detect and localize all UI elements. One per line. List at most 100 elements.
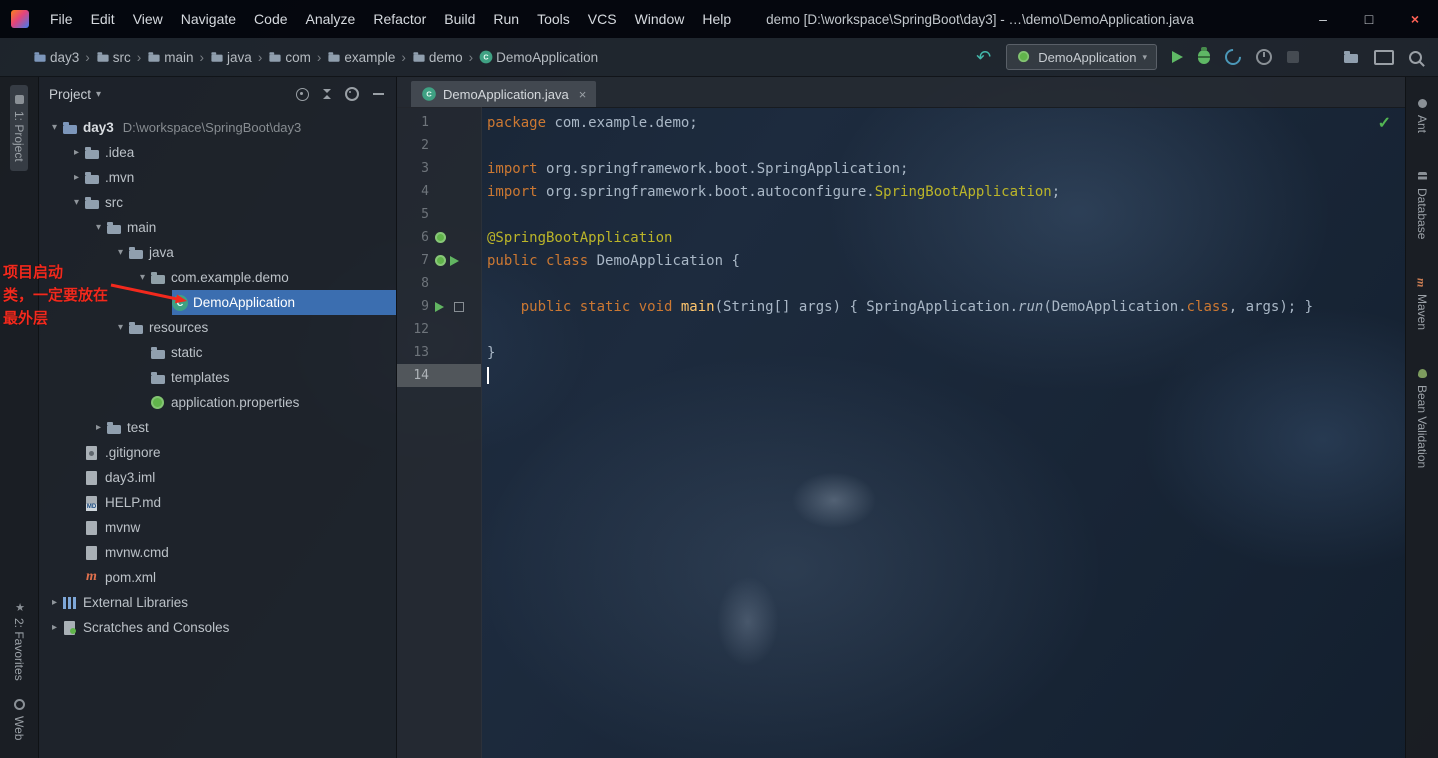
tree-item-gitignore[interactable]: .gitignore bbox=[39, 440, 396, 465]
chevron-down-icon[interactable]: ▾ bbox=[113, 247, 128, 258]
tree-item-pom-xml[interactable]: pom.xml bbox=[39, 565, 396, 590]
chevron-down-icon[interactable]: ▾ bbox=[113, 322, 128, 333]
breadcrumb-demo[interactable]: demo bbox=[409, 47, 466, 67]
code-line[interactable]: 13} bbox=[397, 341, 1405, 364]
code-text[interactable]: package com.example.demo; bbox=[481, 115, 698, 131]
menu-refactor[interactable]: Refactor bbox=[364, 11, 435, 27]
chevron-down-icon[interactable]: ▾ bbox=[47, 122, 62, 133]
spring-gutter-icon[interactable] bbox=[435, 255, 446, 266]
gutter[interactable]: 4 bbox=[397, 180, 481, 203]
tree-item-java[interactable]: ▾ java bbox=[39, 240, 396, 265]
chevron-right-icon[interactable]: ▸ bbox=[69, 147, 84, 158]
chevron-down-icon[interactable]: ▾ bbox=[96, 89, 101, 100]
gutter[interactable]: 9 bbox=[397, 295, 481, 318]
tool-button-database[interactable]: Database bbox=[1413, 162, 1431, 248]
code-line[interactable]: 2 bbox=[397, 134, 1405, 157]
close-button[interactable]: × bbox=[1392, 0, 1438, 38]
breadcrumb-java[interactable]: java bbox=[207, 47, 255, 67]
gutter[interactable]: 14 bbox=[397, 364, 481, 387]
code-text[interactable]: import org.springframework.boot.SpringAp… bbox=[481, 161, 908, 177]
chevron-right-icon[interactable]: ▸ bbox=[47, 597, 62, 608]
tree-item-static[interactable]: static bbox=[39, 340, 396, 365]
collapse-all-icon[interactable] bbox=[323, 89, 331, 99]
gutter[interactable]: 13 bbox=[397, 341, 481, 364]
code-line[interactable]: 12 bbox=[397, 318, 1405, 341]
gutter[interactable]: 8 bbox=[397, 272, 481, 295]
code-text[interactable]: @SpringBootApplication bbox=[481, 230, 672, 246]
maximize-button[interactable]: □ bbox=[1346, 0, 1392, 38]
breadcrumb-example[interactable]: example bbox=[324, 47, 398, 67]
tool-button-ant[interactable]: Ant bbox=[1413, 89, 1431, 142]
tree-item-mvnw[interactable]: mvnw bbox=[39, 515, 396, 540]
code-text[interactable]: import org.springframework.boot.autoconf… bbox=[481, 184, 1060, 200]
tool-button-2-favorites[interactable]: 2: Favorites bbox=[10, 592, 28, 690]
tree-item-help-md[interactable]: HELP.md bbox=[39, 490, 396, 515]
gutter[interactable]: 1 bbox=[397, 111, 481, 134]
run-configuration-select[interactable]: DemoApplication ▾ bbox=[1006, 44, 1157, 70]
menu-file[interactable]: File bbox=[41, 11, 82, 27]
profiler-button[interactable] bbox=[1256, 49, 1272, 65]
inspections-ok-icon[interactable]: ✓ bbox=[1378, 113, 1391, 133]
tree-item-mvnw-cmd[interactable]: mvnw.cmd bbox=[39, 540, 396, 565]
gutter[interactable]: 5 bbox=[397, 203, 481, 226]
chevron-down-icon[interactable]: ▾ bbox=[135, 272, 150, 283]
gutter[interactable]: 12 bbox=[397, 318, 481, 341]
menu-build[interactable]: Build bbox=[435, 11, 484, 27]
code-line[interactable]: 8 bbox=[397, 272, 1405, 295]
breadcrumb-src[interactable]: src bbox=[93, 47, 134, 67]
code-line[interactable]: 14 bbox=[397, 364, 1405, 387]
tree-item-idea[interactable]: ▸ .idea bbox=[39, 140, 396, 165]
tree-item-src[interactable]: ▾ src bbox=[39, 190, 396, 215]
run-button[interactable] bbox=[1172, 51, 1183, 63]
toolwindow-folder-icon[interactable] bbox=[1343, 49, 1359, 65]
tree-item-day3-iml[interactable]: day3.iml bbox=[39, 465, 396, 490]
editor-body[interactable]: 1 package com.example.demo; 2 3 import org.s… bbox=[397, 107, 1405, 758]
tree-item-templates[interactable]: templates bbox=[39, 365, 396, 390]
code-line[interactable]: 4 import org.springframework.boot.autocon… bbox=[397, 180, 1405, 203]
tree-item-resources[interactable]: ▾ resources bbox=[39, 315, 396, 340]
menu-run[interactable]: Run bbox=[484, 11, 528, 27]
code-line[interactable]: 6 @SpringBootApplication bbox=[397, 226, 1405, 249]
code-text[interactable]: public class DemoApplication { bbox=[481, 253, 740, 269]
breadcrumb-day3[interactable]: day3 bbox=[30, 47, 82, 67]
gutter[interactable]: 6 bbox=[397, 226, 481, 249]
spring-gutter-icon[interactable] bbox=[435, 232, 446, 243]
code-line[interactable]: 7 public class DemoApplication { bbox=[397, 249, 1405, 272]
terminal-icon[interactable] bbox=[1374, 49, 1394, 65]
gear-icon[interactable] bbox=[345, 87, 359, 101]
gutter[interactable]: 7 bbox=[397, 249, 481, 272]
menu-code[interactable]: Code bbox=[245, 11, 296, 27]
minimize-button[interactable]: – bbox=[1300, 0, 1346, 38]
debug-button[interactable] bbox=[1198, 47, 1210, 64]
menu-help[interactable]: Help bbox=[693, 11, 740, 27]
tool-button-web[interactable]: Web bbox=[10, 690, 28, 749]
search-icon[interactable] bbox=[1409, 50, 1422, 64]
breadcrumb-main[interactable]: main bbox=[144, 47, 196, 67]
tree-item-mvn[interactable]: ▸ .mvn bbox=[39, 165, 396, 190]
code-text[interactable]: } bbox=[481, 345, 495, 361]
chevron-down-icon[interactable]: ▾ bbox=[69, 197, 84, 208]
chevron-down-icon[interactable]: ▾ bbox=[91, 222, 106, 233]
tree-item-test[interactable]: ▸ test bbox=[39, 415, 396, 440]
menu-edit[interactable]: Edit bbox=[82, 11, 124, 27]
back-arrow-icon[interactable]: ↶ bbox=[976, 47, 991, 68]
code-line[interactable]: 5 bbox=[397, 203, 1405, 226]
chevron-right-icon[interactable]: ▸ bbox=[47, 622, 62, 633]
project-panel-title[interactable]: Project bbox=[49, 87, 91, 102]
breadcrumb-demoapplication[interactable]: DemoApplication bbox=[476, 47, 601, 67]
gutter[interactable]: 2 bbox=[397, 134, 481, 157]
tool-button-1-project[interactable]: 1: Project bbox=[10, 85, 28, 171]
menu-vcs[interactable]: VCS bbox=[579, 11, 626, 27]
tool-button-maven[interactable]: Maven bbox=[1413, 268, 1431, 339]
fold-gutter-icon[interactable] bbox=[454, 301, 464, 312]
tree-item-main[interactable]: ▾ main bbox=[39, 215, 396, 240]
code-line[interactable]: 3 import org.springframework.boot.SpringA… bbox=[397, 157, 1405, 180]
tool-button-bean-validation[interactable]: Bean Validation bbox=[1413, 359, 1431, 477]
code-text[interactable]: public static void main(String[] args) {… bbox=[481, 299, 1313, 315]
code-line[interactable]: 1 package com.example.demo; bbox=[397, 111, 1405, 134]
tree-item-day3[interactable]: ▾ day3 D:\workspace\SpringBoot\day3 bbox=[39, 115, 396, 140]
run-gutter-icon[interactable] bbox=[450, 255, 459, 266]
close-tab-icon[interactable]: × bbox=[579, 87, 587, 102]
hide-panel-icon[interactable] bbox=[373, 93, 384, 95]
code-text[interactable] bbox=[481, 367, 489, 384]
